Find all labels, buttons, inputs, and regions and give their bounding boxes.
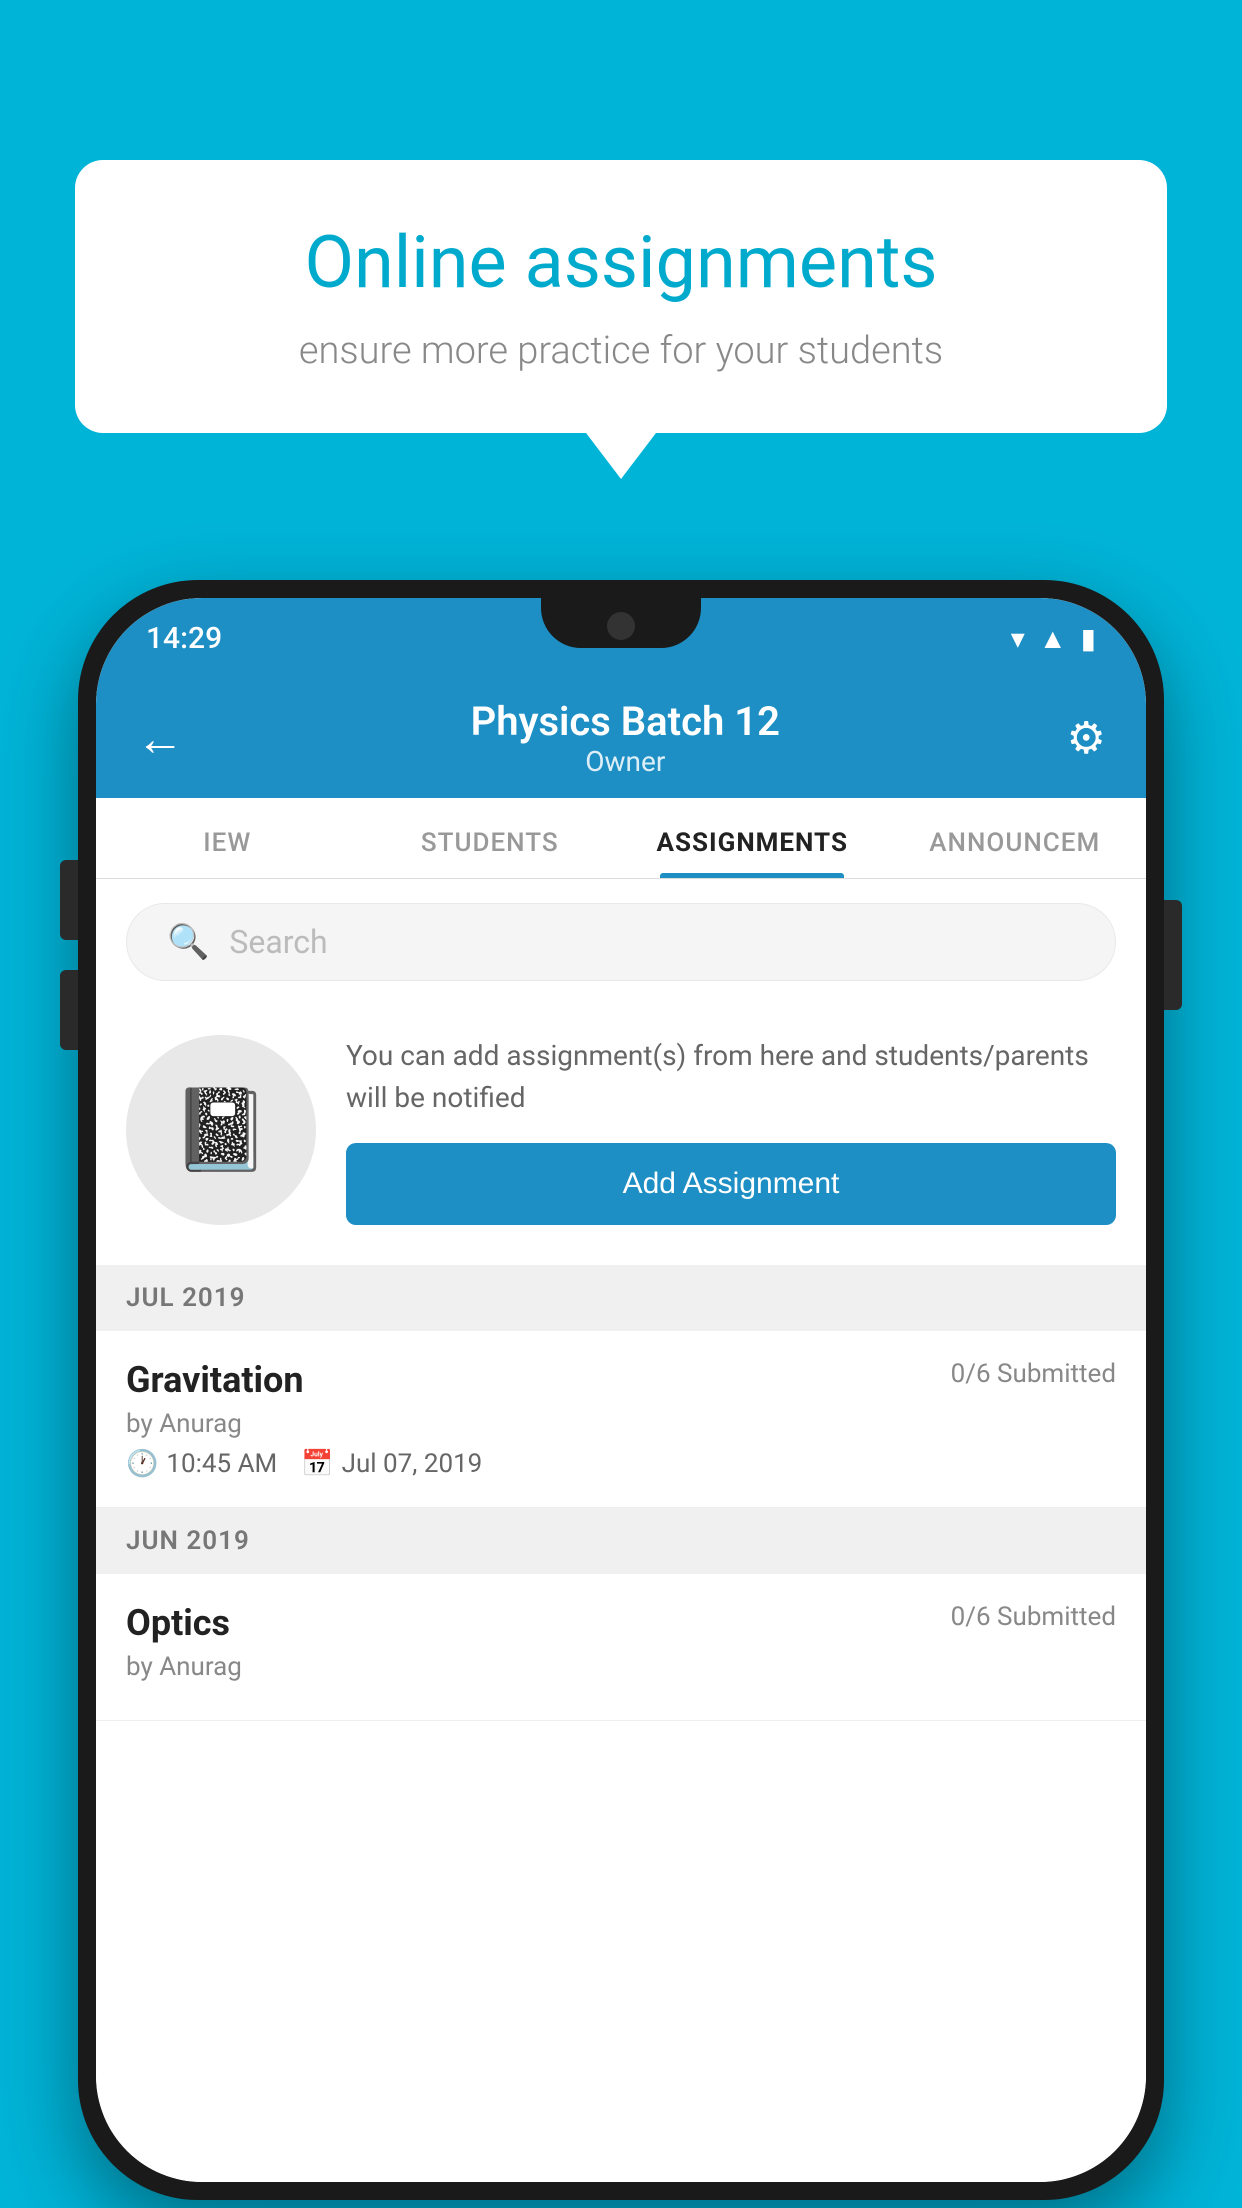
- assignment-optics-submitted: 0/6 Submitted: [951, 1602, 1116, 1632]
- promo-text-area: You can add assignment(s) from here and …: [346, 1035, 1116, 1225]
- volume-up-button: [60, 860, 78, 940]
- signal-icon: ▲: [1039, 622, 1067, 655]
- header-title: Physics Batch 12: [471, 698, 780, 745]
- bubble-subtitle: ensure more practice for your students: [145, 329, 1097, 373]
- settings-icon[interactable]: ⚙: [1067, 712, 1106, 764]
- promo-description: You can add assignment(s) from here and …: [346, 1035, 1116, 1119]
- phone-notch: [541, 598, 701, 648]
- assignment-optics-by: by Anurag: [126, 1652, 1116, 1682]
- search-icon: 🔍: [167, 922, 209, 962]
- add-assignment-button[interactable]: Add Assignment: [346, 1143, 1116, 1225]
- tab-assignments[interactable]: ASSIGNMENTS: [621, 798, 884, 878]
- assignment-by: by Anurag: [126, 1409, 1116, 1439]
- tabs-bar: IEW STUDENTS ASSIGNMENTS ANNOUNCEM: [96, 798, 1146, 879]
- promo-icon-circle: 📓: [126, 1035, 316, 1225]
- search-bar[interactable]: 🔍 Search: [126, 903, 1116, 981]
- bubble-title: Online assignments: [145, 220, 1097, 305]
- header-center: Physics Batch 12 Owner: [471, 698, 780, 778]
- phone-frame: 14:29 ▾ ▲ ▮ ← Physics Batch 12 Owner ⚙: [78, 580, 1164, 2200]
- section-header-jun2019: JUN 2019: [96, 1508, 1146, 1574]
- calendar-icon: 📅: [301, 1449, 333, 1479]
- power-button: [1164, 900, 1182, 1010]
- assignment-optics-name: Optics: [126, 1602, 230, 1644]
- assignment-time: 🕐 10:45 AM: [126, 1449, 277, 1479]
- tab-students[interactable]: STUDENTS: [359, 798, 622, 878]
- clock-icon: 🕐: [126, 1449, 158, 1479]
- speech-bubble-container: Online assignments ensure more practice …: [75, 160, 1167, 433]
- notebook-icon: 📓: [171, 1083, 271, 1177]
- back-button[interactable]: ←: [136, 710, 184, 767]
- assignment-date: 📅 Jul 07, 2019: [301, 1449, 482, 1479]
- assignment-gravitation[interactable]: Gravitation 0/6 Submitted by Anurag 🕐 10…: [96, 1331, 1146, 1508]
- search-placeholder: Search: [229, 923, 327, 961]
- assignment-name: Gravitation: [126, 1359, 304, 1401]
- assignment-meta: 🕐 10:45 AM 📅 Jul 07, 2019: [126, 1449, 1116, 1479]
- section-header-jul2019: JUL 2019: [96, 1265, 1146, 1331]
- speech-bubble: Online assignments ensure more practice …: [75, 160, 1167, 433]
- tab-iew[interactable]: IEW: [96, 798, 359, 878]
- content-area: 🔍 Search 📓 You can add assignment(s) fro…: [96, 879, 1146, 2182]
- status-icons: ▾ ▲ ▮: [1011, 622, 1096, 655]
- promo-card: 📓 You can add assignment(s) from here an…: [96, 1005, 1146, 1255]
- battery-icon: ▮: [1081, 622, 1096, 655]
- status-time: 14:29: [146, 621, 222, 656]
- app-header: ← Physics Batch 12 Owner ⚙: [96, 678, 1146, 798]
- assignment-time-value: 10:45 AM: [166, 1449, 277, 1479]
- assignment-optics-row1: Optics 0/6 Submitted: [126, 1602, 1116, 1644]
- assignment-date-value: Jul 07, 2019: [342, 1449, 483, 1479]
- camera-notch: [607, 612, 635, 640]
- assignment-optics[interactable]: Optics 0/6 Submitted by Anurag: [96, 1574, 1146, 1721]
- header-subtitle: Owner: [471, 745, 780, 778]
- volume-down-button: [60, 970, 78, 1050]
- tab-announcements[interactable]: ANNOUNCEM: [884, 798, 1147, 878]
- wifi-icon: ▾: [1011, 622, 1025, 655]
- assignment-row1: Gravitation 0/6 Submitted: [126, 1359, 1116, 1401]
- status-bar: 14:29 ▾ ▲ ▮: [96, 598, 1146, 678]
- assignment-submitted: 0/6 Submitted: [951, 1359, 1116, 1389]
- phone-screen: 14:29 ▾ ▲ ▮ ← Physics Batch 12 Owner ⚙: [96, 598, 1146, 2182]
